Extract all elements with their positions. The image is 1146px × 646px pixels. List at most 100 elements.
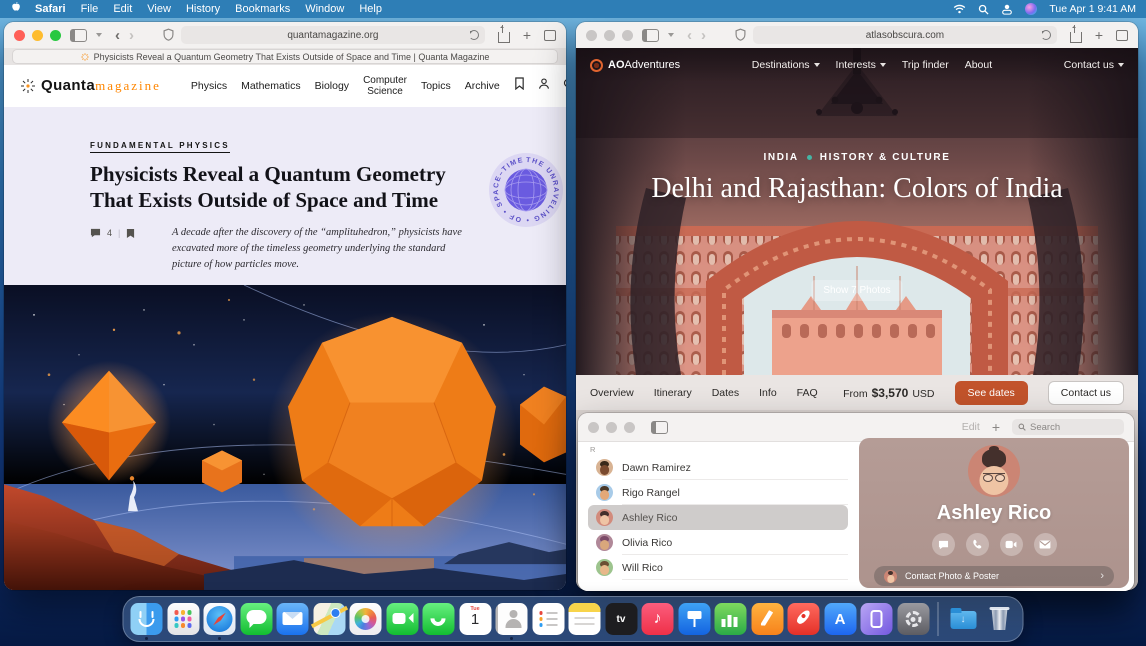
menu-safari[interactable]: Safari — [35, 3, 66, 15]
breadcrumb-location[interactable]: INDIA — [764, 152, 799, 163]
dock-trash[interactable] — [984, 603, 1016, 635]
menu-view[interactable]: View — [147, 3, 171, 15]
siri-icon[interactable] — [1025, 3, 1037, 15]
new-tab-icon[interactable]: + — [1095, 28, 1103, 42]
save-article-icon[interactable] — [126, 228, 135, 241]
back-button[interactable]: ‹ — [115, 28, 120, 43]
zoom-button[interactable] — [622, 30, 633, 41]
nav-contact-us[interactable]: Contact us — [1064, 59, 1124, 71]
dock-app-store[interactable]: A — [824, 603, 856, 635]
dock-system-settings[interactable] — [897, 603, 929, 635]
back-button[interactable]: ‹ — [687, 28, 692, 43]
privacy-shield-icon[interactable] — [163, 28, 174, 44]
dock-reminders[interactable] — [532, 603, 564, 635]
atlas-logo[interactable]: AOAdventures — [590, 59, 680, 72]
minimize-button[interactable] — [606, 422, 617, 433]
nav-physics[interactable]: Physics — [191, 80, 227, 92]
nav-trip-finder[interactable]: Trip finder — [902, 59, 949, 71]
bookmark-icon[interactable] — [514, 77, 525, 95]
tab-overview[interactable]: Overview — [590, 387, 634, 399]
close-button[interactable] — [586, 30, 597, 41]
nav-interests[interactable]: Interests — [836, 59, 886, 71]
minimize-button[interactable] — [32, 30, 43, 41]
dock-finder[interactable] — [131, 603, 163, 635]
dock-numbers[interactable] — [715, 603, 747, 635]
new-tab-icon[interactable]: + — [523, 28, 531, 42]
dock-contacts[interactable] — [496, 603, 528, 635]
contact-row-will-rico[interactable]: Will Rico — [588, 555, 848, 580]
dock-iphone-mirroring[interactable] — [861, 603, 893, 635]
search-field[interactable]: Search — [1012, 419, 1124, 435]
share-icon[interactable] — [498, 32, 510, 43]
series-badge[interactable]: THE UNRAVELING • OF • SPACE–TIME • — [489, 153, 563, 227]
breadcrumb-category[interactable]: HISTORY & CULTURE — [820, 152, 951, 163]
menu-file[interactable]: File — [81, 3, 99, 15]
close-button[interactable] — [14, 30, 25, 41]
contact-avatar-large[interactable] — [968, 445, 1020, 497]
nav-topics[interactable]: Topics — [421, 80, 451, 92]
contact-us-button[interactable]: Contact us — [1048, 381, 1124, 405]
dock-messages[interactable] — [240, 603, 272, 635]
search-icon[interactable] — [563, 77, 566, 95]
nav-mathematics[interactable]: Mathematics — [241, 80, 301, 92]
dock-launchpad[interactable] — [167, 603, 199, 635]
account-icon[interactable] — [538, 77, 550, 95]
minimize-button[interactable] — [604, 30, 615, 41]
address-bar[interactable]: quantamagazine.org — [181, 26, 485, 44]
nav-archive[interactable]: Archive — [465, 80, 500, 92]
sidebar-icon[interactable] — [651, 421, 668, 434]
tab-itinerary[interactable]: Itinerary — [654, 387, 692, 399]
dock-photos[interactable] — [350, 603, 382, 635]
menu-history[interactable]: History — [186, 3, 220, 15]
privacy-shield-icon[interactable] — [735, 28, 746, 44]
edit-button[interactable]: Edit — [962, 421, 980, 433]
video-button[interactable] — [1000, 533, 1023, 556]
contact-row-ashley-rico[interactable]: Ashley Rico — [588, 505, 848, 530]
dock-music[interactable]: ♪ — [642, 603, 674, 635]
nav-computer-science[interactable]: Computer Science — [363, 75, 407, 98]
dock-maps[interactable] — [313, 603, 345, 635]
sidebar-icon[interactable] — [70, 29, 87, 42]
call-button[interactable] — [966, 533, 989, 556]
zoom-button[interactable] — [624, 422, 635, 433]
dock-phone[interactable] — [423, 603, 455, 635]
dock-tv[interactable]: tv — [605, 603, 637, 635]
dock-notes[interactable] — [569, 603, 601, 635]
share-icon[interactable] — [1070, 32, 1082, 43]
menu-bar-clock[interactable]: Tue Apr 1 9:41 AM — [1049, 3, 1136, 15]
dock-calendar[interactable]: Tue 1 — [459, 603, 491, 635]
chevron-down-icon[interactable] — [668, 33, 674, 37]
close-button[interactable] — [588, 422, 599, 433]
dock-downloads[interactable]: ↓ — [947, 603, 979, 635]
dock-mail[interactable] — [277, 603, 309, 635]
tab-dates[interactable]: Dates — [712, 387, 739, 399]
email-button[interactable] — [1034, 533, 1057, 556]
dock-keynote[interactable] — [678, 603, 710, 635]
menu-edit[interactable]: Edit — [113, 3, 132, 15]
menu-window[interactable]: Window — [305, 3, 344, 15]
zoom-button[interactable] — [50, 30, 61, 41]
tab-overview-icon[interactable] — [544, 30, 556, 41]
wifi-icon[interactable] — [953, 4, 966, 14]
quanta-logo[interactable]: Quantamagazine — [20, 77, 161, 95]
nav-biology[interactable]: Biology — [315, 80, 349, 92]
tab-overview-icon[interactable] — [1116, 30, 1128, 41]
dock-safari[interactable] — [204, 603, 236, 635]
article-kicker[interactable]: FUNDAMENTAL PHYSICS — [90, 141, 230, 153]
dock-rocket-app[interactable] — [788, 603, 820, 635]
search-icon[interactable] — [978, 4, 989, 15]
reload-icon[interactable] — [1041, 30, 1051, 40]
add-contact-button[interactable]: + — [992, 419, 1000, 435]
forward-button[interactable]: › — [701, 28, 706, 43]
sidebar-icon[interactable] — [642, 29, 659, 42]
see-dates-button[interactable]: See dates — [955, 381, 1028, 405]
contacts-window[interactable]: Edit + Search R Dawn Ramirez Rigo Rangel — [578, 413, 1134, 591]
browser-tab-quanta[interactable]: Physicists Reveal a Quantum Geometry Tha… — [12, 49, 558, 64]
address-bar[interactable]: atlasobscura.com — [753, 26, 1057, 44]
comments-icon[interactable] — [90, 228, 101, 240]
contact-row-dawn-ramirez[interactable]: Dawn Ramirez — [588, 455, 848, 480]
tab-faq[interactable]: FAQ — [797, 387, 818, 399]
tab-info[interactable]: Info — [759, 387, 777, 399]
message-button[interactable] — [932, 533, 955, 556]
menu-bookmarks[interactable]: Bookmarks — [235, 3, 290, 15]
